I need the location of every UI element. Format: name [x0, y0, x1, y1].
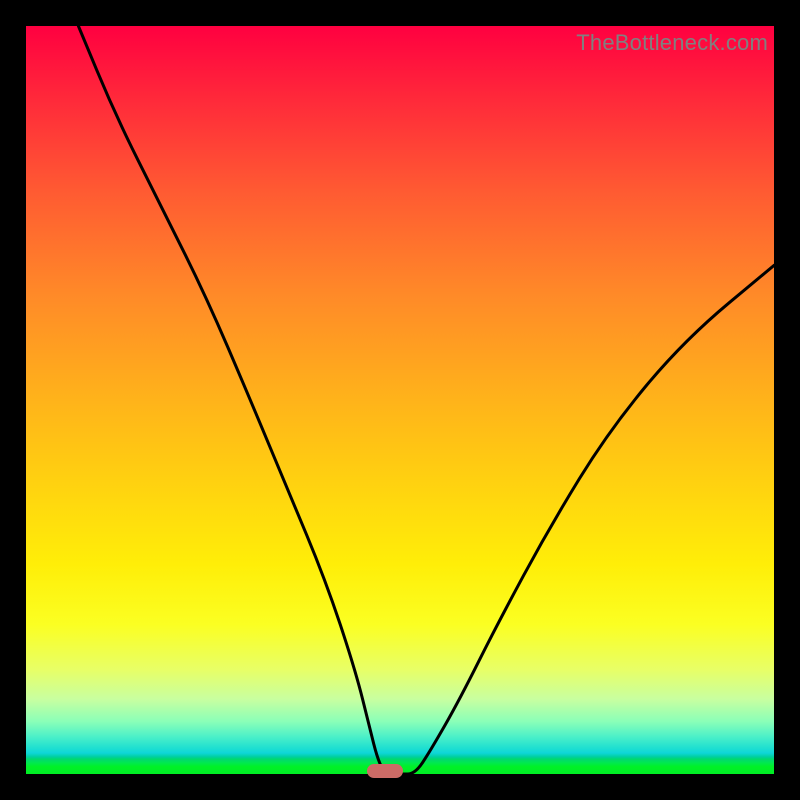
curve-path — [78, 26, 774, 774]
chart-frame: TheBottleneck.com — [0, 0, 800, 800]
plot-area: TheBottleneck.com — [26, 26, 774, 774]
bottleneck-curve — [26, 26, 774, 774]
optimal-marker — [367, 764, 403, 778]
